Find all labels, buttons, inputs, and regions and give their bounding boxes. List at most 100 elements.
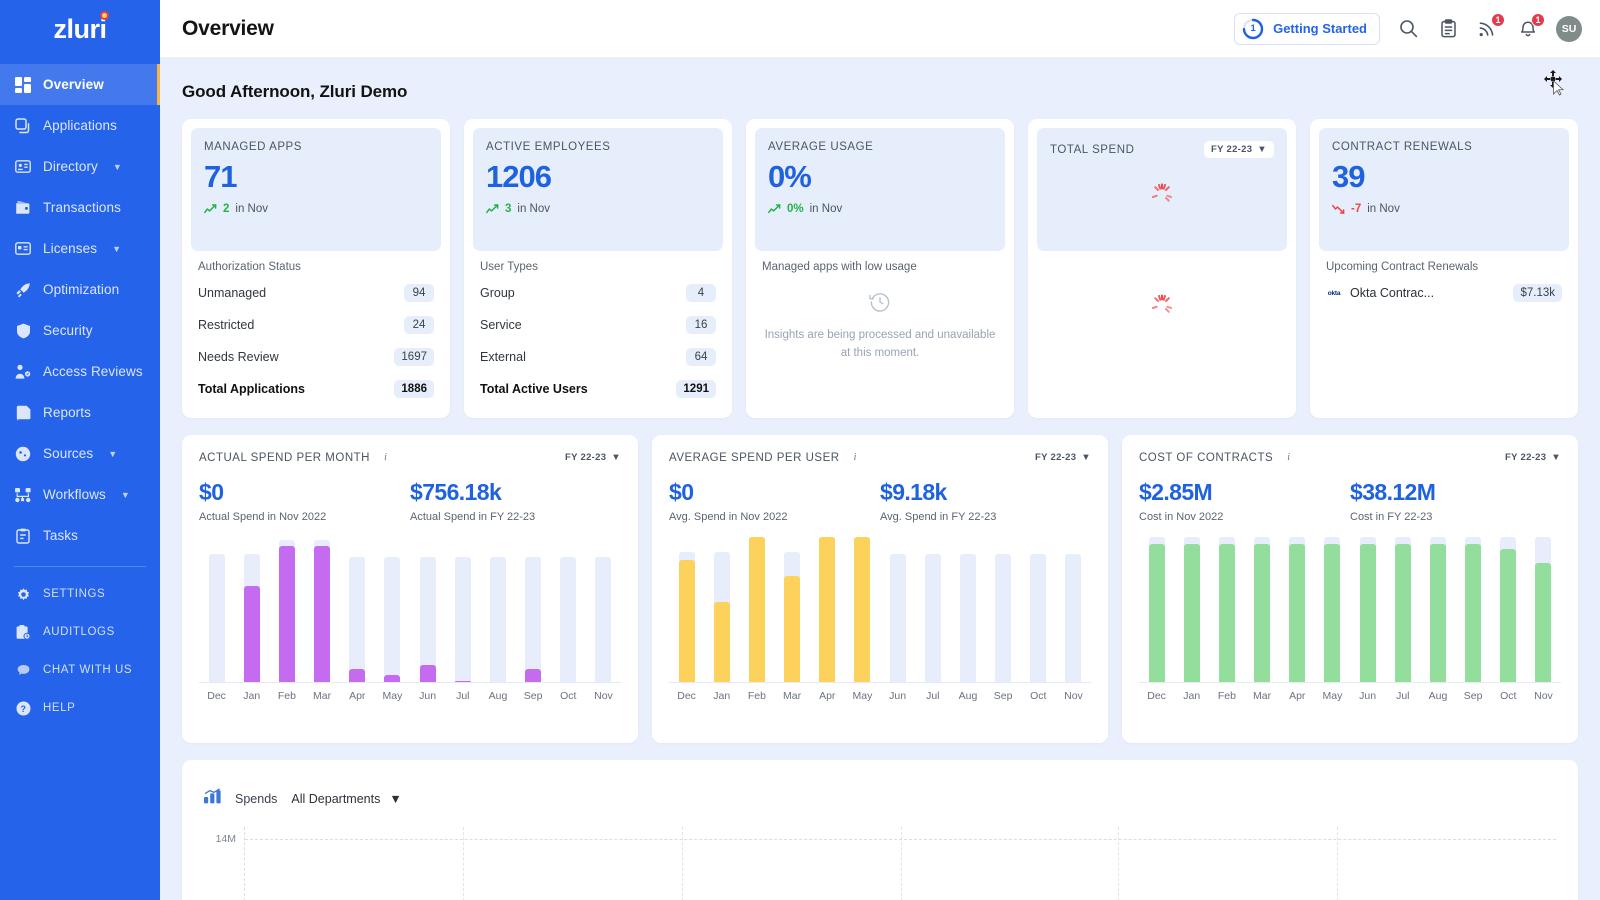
bar-column[interactable]	[234, 537, 269, 682]
sidebar-item-licenses[interactable]: Licenses ▼	[0, 228, 160, 269]
bar-column[interactable]	[1526, 537, 1561, 682]
table-row-total[interactable]: Total Applications 1886	[198, 373, 434, 405]
fy-select-chart-1[interactable]: FY 22-23 ▼	[565, 450, 621, 465]
sidebar-item-settings[interactable]: SETTINGS	[0, 575, 160, 613]
bar-column[interactable]	[1021, 537, 1056, 682]
zluri-logo: zluri	[53, 14, 106, 45]
sidebar-item-workflows[interactable]: Workflows ▼	[0, 474, 160, 515]
bar-column[interactable]	[704, 537, 739, 682]
kpi-delta-suffix: in Nov	[235, 203, 268, 215]
chart-stat: $9.18k Avg. Spend in FY 22-23	[880, 479, 1091, 523]
kpi-title-row: CONTRACT RENEWALS	[1332, 141, 1556, 153]
bar-column[interactable]	[305, 537, 340, 682]
bar-value	[1289, 544, 1305, 682]
bar-track	[1395, 537, 1411, 682]
bar-column[interactable]	[199, 537, 234, 682]
bar-column[interactable]	[410, 537, 445, 682]
sidebar-item-optimization[interactable]: Optimization	[0, 269, 160, 310]
bar-column[interactable]	[445, 537, 480, 682]
table-row[interactable]: Restricted 24	[198, 309, 434, 341]
bar-column[interactable]	[516, 537, 551, 682]
table-row[interactable]: Group 4	[480, 277, 716, 309]
bar-column[interactable]	[880, 537, 915, 682]
gridline-vertical	[901, 827, 902, 900]
bar-column[interactable]	[551, 537, 586, 682]
sidebar-footer-nav: SETTINGS AUDITLOGS CHAT WITH US ? HELP	[0, 575, 160, 727]
info-icon[interactable]: i	[1282, 451, 1295, 464]
bar-column[interactable]	[1385, 537, 1420, 682]
bar-column[interactable]	[1056, 537, 1091, 682]
clipboard-icon[interactable]	[1436, 17, 1460, 41]
bar-column[interactable]	[1174, 537, 1209, 682]
bar-column[interactable]	[1456, 537, 1491, 682]
bar-column[interactable]	[480, 537, 515, 682]
bell-icon[interactable]: 1	[1516, 17, 1540, 41]
bar-column[interactable]	[1280, 537, 1315, 682]
bar-column[interactable]	[1315, 537, 1350, 682]
table-row[interactable]: Service 16	[480, 309, 716, 341]
bar-column[interactable]	[810, 537, 845, 682]
y-tick: 14M	[216, 833, 236, 845]
bar-column[interactable]	[845, 537, 880, 682]
fy-label: FY 22-23	[1211, 144, 1252, 155]
page-title: Overview	[182, 17, 274, 41]
bar-column[interactable]	[669, 537, 704, 682]
sidebar-label: Licenses	[43, 241, 97, 256]
table-row-total[interactable]: Total Active Users 1291	[480, 373, 716, 405]
sidebar-item-tasks[interactable]: Tasks	[0, 515, 160, 556]
logo-wrapper[interactable]: zluri	[0, 0, 160, 58]
bar-column[interactable]	[986, 537, 1021, 682]
sidebar-item-auditlogs[interactable]: AUDITLOGS	[0, 613, 160, 651]
sidebar-item-transactions[interactable]: Transactions	[0, 187, 160, 228]
list-item-contract[interactable]: okta Okta Contrac... $7.13k	[1326, 277, 1562, 309]
row-value: 1886	[394, 380, 434, 398]
bar-column[interactable]	[269, 537, 304, 682]
search-icon[interactable]	[1396, 17, 1420, 41]
kpi-delta-value: 2	[223, 203, 229, 215]
sidebar-item-chat-with-us[interactable]: CHAT WITH US	[0, 651, 160, 689]
bar-column[interactable]	[1420, 537, 1455, 682]
bar-column[interactable]	[739, 537, 774, 682]
bar-column[interactable]	[1209, 537, 1244, 682]
fy-select-chart-3[interactable]: FY 22-23 ▼	[1505, 450, 1561, 465]
sidebar-item-security[interactable]: Security	[0, 310, 160, 351]
avatar[interactable]: SU	[1556, 16, 1582, 42]
bar-column[interactable]	[775, 537, 810, 682]
getting-started-button[interactable]: 1 Getting Started	[1234, 13, 1380, 45]
apps-icon	[14, 117, 32, 135]
bar-column[interactable]	[340, 537, 375, 682]
fy-select-total-spend[interactable]: FY 22-23 ▼	[1204, 141, 1274, 158]
bar-background	[1030, 554, 1046, 682]
info-icon[interactable]: i	[849, 451, 862, 464]
bar-track	[1219, 537, 1235, 682]
broadcast-icon[interactable]: 1	[1476, 17, 1500, 41]
row-label: Group	[480, 286, 515, 300]
table-row[interactable]: Unmanaged 94	[198, 277, 434, 309]
bar-column[interactable]	[950, 537, 985, 682]
bar-column[interactable]	[375, 537, 410, 682]
sidebar-item-access-reviews[interactable]: Access Reviews	[0, 351, 160, 392]
sidebar-item-reports[interactable]: Reports	[0, 392, 160, 433]
bar-column[interactable]	[1491, 537, 1526, 682]
trend-down-icon	[1332, 204, 1345, 214]
fy-select-chart-2[interactable]: FY 22-23 ▼	[1035, 450, 1091, 465]
table-row[interactable]: External 64	[480, 341, 716, 373]
sidebar-item-applications[interactable]: Applications	[0, 105, 160, 146]
info-icon[interactable]: i	[379, 451, 392, 464]
bar-column[interactable]	[915, 537, 950, 682]
bar-column[interactable]	[1139, 537, 1174, 682]
sidebar-item-sources[interactable]: Sources ▼	[0, 433, 160, 474]
bar-track	[455, 537, 471, 682]
sidebar-item-directory[interactable]: Directory ▼	[0, 146, 160, 187]
table-row[interactable]: Needs Review 1697	[198, 341, 434, 373]
bar-value	[679, 560, 695, 682]
sidebar-item-overview[interactable]: Overview	[0, 64, 160, 105]
x-axis-labels: DecJanFebMarAprMayJunJulAugSepOctNov	[669, 690, 1091, 702]
bar-column[interactable]	[1350, 537, 1385, 682]
bar-background	[455, 557, 471, 682]
sidebar-item-help[interactable]: ? HELP	[0, 689, 160, 727]
department-select[interactable]: All Departments ▼	[291, 792, 401, 806]
bar-column[interactable]	[586, 537, 621, 682]
bar-background	[384, 557, 400, 682]
bar-column[interactable]	[1245, 537, 1280, 682]
